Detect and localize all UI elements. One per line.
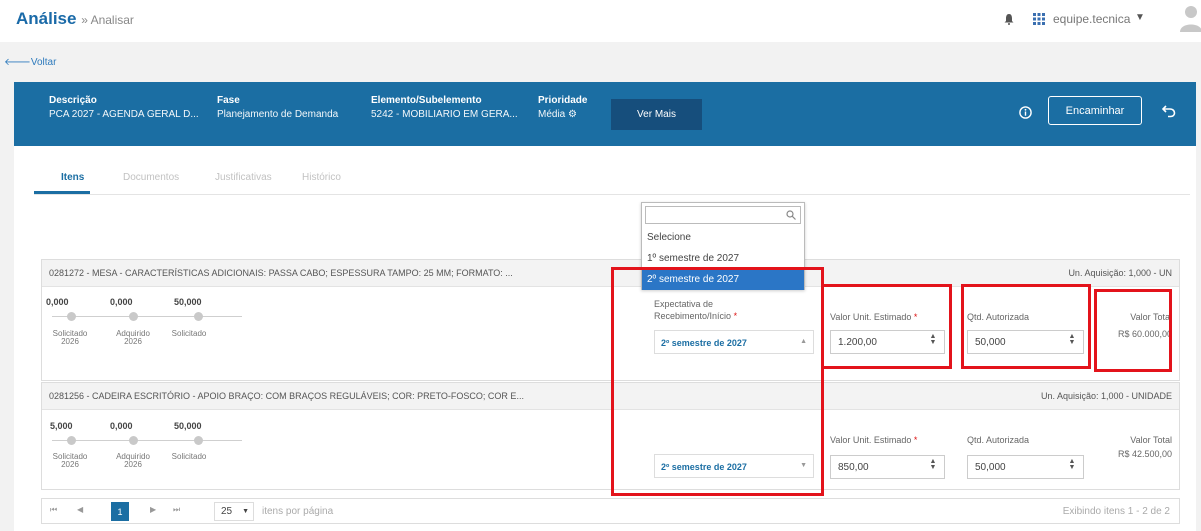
dropdown-search-input[interactable] [645,206,801,224]
valor-unit-input[interactable]: 850,00 ▲ ▼ [830,455,945,479]
elemento-field: Elemento/Subelemento 5242 - MOBILIARIO E… [371,95,518,120]
tab-divider [34,194,1190,195]
prioridade-field: Prioridade Média ⚙ [538,95,588,120]
back-link[interactable]: 🡐Voltar [4,56,56,68]
progress-value: 5,000 [50,421,73,431]
valor-total-value: R$ 42.500,00 [1117,449,1172,459]
caret-down-icon: ▼ [242,508,249,515]
valor-total-value: R$ 60.000,00 [1117,329,1172,339]
progress-dot [67,436,76,445]
page-size-select[interactable]: 25 ▼ [214,502,254,521]
page-title: Análise » Analisar [16,9,134,29]
qtd-input[interactable]: 50,000 ▲ ▼ [967,455,1084,479]
item-description: 0281256 - CADEIRA ESCRITÓRIO - APOIO BRA… [49,391,524,401]
tab-itens[interactable]: Itens [61,172,84,183]
caret-up-icon: ▲ [800,338,807,345]
undo-icon[interactable] [1162,104,1176,118]
chevron-down-icon[interactable]: ▼ [1135,12,1145,23]
top-bar: Análise » Analisar equipe.tecnica ▼ [0,0,1201,42]
arrow-left-icon: 🡐 [4,57,31,68]
encaminhar-button[interactable]: Encaminhar [1048,96,1142,125]
page-button-current[interactable]: 1 [111,502,129,521]
grid-icon[interactable] [1033,13,1045,25]
progress-label: Solicitado 2026 [52,452,88,469]
tab-historico[interactable]: Histórico [302,172,341,183]
per-page-label: itens por página [262,506,334,517]
item-card-header: 0281256 - CADEIRA ESCRITÓRIO - APOIO BRA… [42,383,1179,410]
avatar[interactable] [1180,4,1201,32]
progress-value: 0,000 [110,421,133,431]
dropdown-option-selected[interactable]: 2º semestre de 2027 [642,269,804,290]
progress-label: Solicitado 2026 [52,329,88,346]
spinner-arrows-icon[interactable]: ▲ ▼ [928,333,938,346]
progress-dot [129,436,138,445]
pagination: ⏮ ◀ 1 ▶ ⏭ 25 ▼ itens por página Exibindo… [41,498,1180,524]
valor-total-label: Valor Total [1130,312,1172,322]
valor-unit-label: Valor Unit. Estimado * [830,435,918,445]
fase-field: Fase Planejamento de Demanda [217,95,339,120]
app-title[interactable]: Análise [16,9,76,28]
spinner-arrows-icon[interactable]: ▲ ▼ [928,458,938,471]
progress-value: 50,000 [174,421,202,431]
expectativa-label: Expectativa de Recebimento/Início * [654,299,738,321]
expectativa-dropdown: Selecione 1º semestre de 2027 2º semestr… [641,202,805,290]
spinner-arrows-icon[interactable]: ▲ ▼ [1067,458,1077,471]
breadcrumb: » Analisar [81,13,134,27]
valor-unit-label: Valor Unit. Estimado * [830,312,918,322]
progress-dot [67,312,76,321]
gear-icon[interactable]: ⚙ [568,109,577,120]
progress-track [52,440,242,441]
progress-label: Solicitado [171,452,207,461]
bell-icon[interactable] [1004,14,1014,25]
item-card: 0281256 - CADEIRA ESCRITÓRIO - APOIO BRA… [41,382,1180,490]
items-summary: Exibindo itens 1 - 2 de 2 [1062,506,1170,517]
descricao-field: Descrição PCA 2027 - AGENDA GERAL D... [49,95,199,120]
last-page-icon[interactable]: ⏭ [173,505,180,515]
progress-value: 0,000 [46,297,69,307]
dropdown-option[interactable]: Selecione [642,227,804,248]
progress-dot [129,312,138,321]
progress-track [52,316,242,317]
info-icon[interactable] [1019,106,1032,119]
main-panel: Itens Documentos Justificativas Históric… [14,146,1196,531]
qtd-label: Qtd. Autorizada [967,435,1030,445]
tab-justificativas[interactable]: Justificativas [215,172,272,183]
valor-unit-input[interactable]: 1.200,00 ▲ ▼ [830,330,945,354]
process-header: Descrição PCA 2027 - AGENDA GERAL D... F… [14,82,1196,146]
progress-label: Solicitado [171,329,207,338]
item-unit: Un. Aquisição: 1,000 - UNIDADE [1040,391,1172,401]
spinner-arrows-icon[interactable]: ▲ ▼ [1067,333,1077,346]
progress-value: 50,000 [174,297,202,307]
expectativa-select[interactable]: 2º semestre de 2027 ▼ [654,454,814,478]
next-page-icon[interactable]: ▶ [150,505,156,514]
item-card-header: 0281272 - MESA - CARACTERÍSTICAS ADICION… [42,260,1179,287]
first-page-icon[interactable]: ⏮ [50,505,57,515]
ver-mais-button[interactable]: Ver Mais [611,99,702,130]
tab-documentos[interactable]: Documentos [123,172,179,183]
search-icon [786,210,796,220]
item-description: 0281272 - MESA - CARACTERÍSTICAS ADICION… [49,268,513,278]
user-menu[interactable]: equipe.tecnica [1053,12,1130,26]
item-unit: Un. Aquisição: 1,000 - UN [1068,268,1172,278]
prev-page-icon[interactable]: ◀ [77,505,83,514]
expectativa-select[interactable]: 2º semestre de 2027 ▲ [654,330,814,354]
qtd-input[interactable]: 50,000 ▲ ▼ [967,330,1084,354]
progress-dot [194,436,203,445]
item-card: 0281272 - MESA - CARACTERÍSTICAS ADICION… [41,259,1180,381]
progress-label: Adquirido 2026 [116,452,150,469]
progress-label: Adquirido 2026 [116,329,150,346]
dropdown-option[interactable]: 1º semestre de 2027 [642,248,804,269]
valor-total-label: Valor Total [1130,435,1172,445]
caret-down-icon: ▼ [800,462,807,469]
progress-value: 0,000 [110,297,133,307]
progress-dot [194,312,203,321]
qtd-label: Qtd. Autorizada [967,312,1030,322]
